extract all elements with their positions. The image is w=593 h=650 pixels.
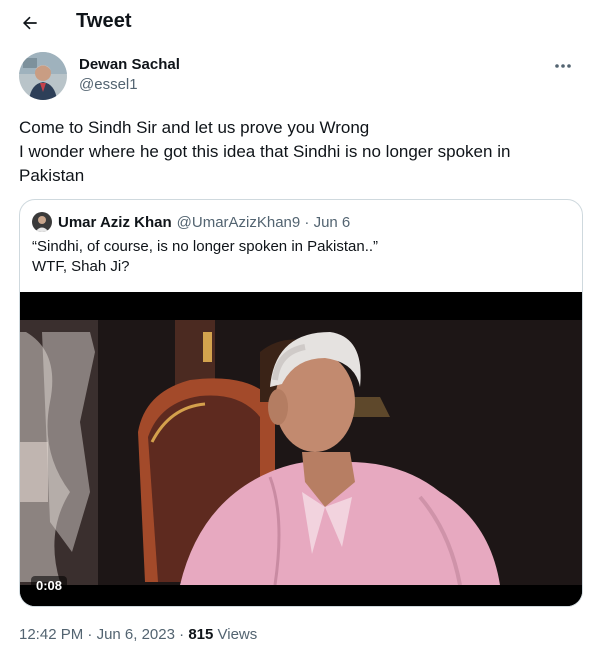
video-player[interactable]: 0:08 (20, 292, 582, 606)
views-count[interactable]: 815 (188, 626, 213, 643)
author-handle[interactable]: @essel1 (79, 76, 138, 93)
arrow-left-icon (22, 16, 37, 30)
quoted-tweet-header: Umar Aziz Khan @UmarAzizKhan9 · Jun 6 (32, 212, 350, 232)
avatar[interactable] (19, 52, 67, 100)
back-button[interactable] (14, 7, 46, 39)
quoted-text-line: WTF, Shah Ji? (32, 258, 130, 275)
quoted-avatar (32, 212, 52, 232)
quoted-tweet-text: “Sindhi, of course, is no longer spoken … (32, 237, 378, 277)
quoted-text-line: “Sindhi, of course, is no longer spoken … (32, 238, 379, 255)
quoted-tweet[interactable]: Umar Aziz Khan @UmarAzizKhan9 · Jun 6 “S… (19, 199, 583, 607)
tweet-time[interactable]: 12:42 PM (19, 626, 83, 643)
tweet-text: Come to Sindh Sir and let us prove you W… (19, 116, 574, 188)
tweet-text-line: Come to Sindh Sir and let us prove you W… (19, 118, 370, 137)
page-title: Tweet (76, 10, 132, 32)
video-frame (20, 292, 582, 606)
views-label: Views (217, 626, 258, 643)
more-options-button[interactable] (549, 54, 577, 78)
tweet-metadata: 12:42 PM · Jun 6, 2023 · 815 Views (19, 626, 257, 643)
author-name[interactable]: Dewan Sachal (79, 56, 180, 73)
tweet-text-line: I wonder where he got this idea that Sin… (19, 142, 511, 185)
separator: · (179, 626, 185, 643)
separator: · (87, 626, 93, 643)
top-bar: Tweet (0, 0, 593, 46)
tweet-date[interactable]: Jun 6, 2023 (97, 626, 175, 643)
quoted-author-name: Umar Aziz Khan (58, 213, 172, 231)
quoted-author-handle: @UmarAzizKhan9 · Jun 6 (176, 213, 351, 231)
video-duration: 0:08 (31, 576, 68, 595)
ellipsis-icon (555, 64, 571, 68)
tweet-author: Dewan Sachal @essel1 (19, 52, 579, 102)
